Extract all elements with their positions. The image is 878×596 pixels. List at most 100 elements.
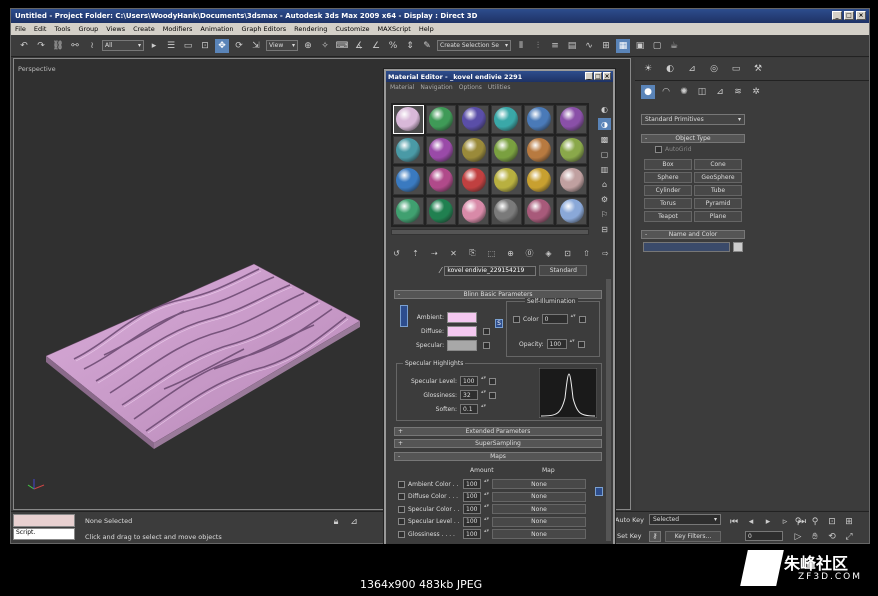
sample-slot[interactable] (425, 135, 457, 164)
opacity-map-button[interactable] (577, 340, 585, 348)
maps-lock-icon[interactable] (595, 487, 603, 496)
uv-tiling-icon[interactable]: ▢ (598, 148, 611, 160)
graphite-icon[interactable]: ▤ (565, 39, 579, 53)
sample-slot[interactable] (393, 166, 424, 195)
material-type-button[interactable]: Standard (539, 265, 588, 276)
percent-snap-icon[interactable]: % (386, 39, 400, 53)
menu-file[interactable]: File (15, 25, 26, 33)
play-icon[interactable]: ▸ (761, 515, 775, 529)
redo-icon[interactable]: ↷ (34, 39, 48, 53)
curve-editor-icon[interactable]: ∿ (582, 39, 596, 53)
supersampling-header[interactable]: + SuperSampling (394, 439, 602, 448)
pyramid-button[interactable]: Pyramid (694, 198, 742, 209)
maxscript-listener-white[interactable]: Script. (13, 528, 75, 540)
sample-slot[interactable] (556, 135, 587, 164)
object-color-swatch[interactable] (733, 242, 743, 252)
diffuse-map-button[interactable] (483, 328, 490, 335)
sample-slot[interactable] (490, 166, 522, 195)
box-button[interactable]: Box (644, 159, 692, 170)
pan-icon[interactable]: ✋︎ (808, 530, 822, 543)
map-amount-spinner[interactable]: ▴▾ (484, 529, 489, 539)
go-to-parent-icon[interactable]: ⇧ (580, 247, 593, 259)
map-amount-spinner[interactable]: ▴▾ (484, 479, 489, 489)
med-menu-navigation[interactable]: Navigation (420, 84, 452, 91)
sample-slot[interactable] (425, 105, 457, 134)
set-key-icon[interactable]: ⚷ (649, 531, 661, 542)
map-slot-button[interactable]: None (492, 491, 586, 502)
lock-ambient-diffuse-icon[interactable] (400, 305, 408, 327)
sample-slot[interactable] (458, 105, 489, 134)
self-illum-map-button[interactable] (578, 315, 586, 323)
named-selection-dropdown[interactable]: Create Selection Se ▾ (437, 40, 511, 51)
med-maximize-button[interactable]: □ (594, 72, 602, 80)
sample-slot[interactable] (490, 135, 522, 164)
sample-slot[interactable] (523, 166, 555, 195)
current-frame-field[interactable]: 0 (745, 531, 783, 541)
glossiness-field[interactable]: 32 (460, 390, 478, 400)
sample-slot[interactable] (523, 196, 555, 225)
map-amount-field[interactable]: 100 (463, 516, 481, 527)
sample-slot[interactable] (393, 135, 424, 164)
lock-selection-icon[interactable]: 🔒︎ (329, 515, 343, 529)
sample-type-icon[interactable]: ◐ (598, 103, 611, 115)
material-map-navigator-icon[interactable]: ⊟ (598, 223, 611, 235)
maps-header[interactable]: - Maps (394, 452, 602, 461)
sample-slot[interactable] (458, 135, 489, 164)
map-amount-field[interactable]: 100 (463, 491, 481, 502)
select-by-name-icon[interactable]: ☰ (164, 39, 178, 53)
prev-frame-icon[interactable]: ◂ (744, 515, 758, 529)
select-scale-icon[interactable]: ⇲ (249, 39, 263, 53)
ambient-color-swatch[interactable] (447, 312, 477, 323)
rect-selection-icon[interactable]: ▭ (181, 39, 195, 53)
background-icon[interactable]: ▩ (598, 133, 611, 145)
fov-icon[interactable]: ▷ (791, 530, 805, 543)
pivot-center-icon[interactable]: ⊕ (301, 39, 315, 53)
specular-map-button[interactable] (483, 342, 490, 349)
menu-animation[interactable]: Animation (200, 25, 233, 33)
render-setup-icon[interactable]: ▣ (633, 39, 647, 53)
sample-slot[interactable] (458, 196, 489, 225)
create-tab-icon[interactable]: ☀ (641, 62, 655, 76)
med-minimize-button[interactable]: _ (585, 72, 593, 80)
next-frame-icon[interactable]: ▹ (778, 515, 792, 529)
layer-manager-icon[interactable]: ≡ (548, 39, 562, 53)
angle-snap-icon[interactable]: ∠ (369, 39, 383, 53)
self-illum-value[interactable]: 0 (541, 314, 568, 324)
zoom-all-icon[interactable]: ⚲ (808, 515, 822, 529)
menu-create[interactable]: Create (133, 25, 155, 33)
glossiness-spinner[interactable]: ▴▾ (481, 390, 486, 400)
link-icon[interactable]: ⛓ (51, 39, 65, 53)
manipulate-icon[interactable]: ✧ (318, 39, 332, 53)
space-warps-icon[interactable]: ≋ (731, 85, 745, 99)
map-slot-button[interactable]: None (492, 529, 586, 539)
lock-diffuse-specular-icon[interactable]: S (495, 319, 503, 328)
unlink-icon[interactable]: ⚯ (68, 39, 82, 53)
map-amount-field[interactable]: 100 (463, 529, 481, 539)
med-menu-material[interactable]: Material (390, 84, 414, 91)
map-enable-checkbox[interactable] (398, 530, 405, 538)
object-name-field[interactable] (643, 242, 731, 252)
menu-customize[interactable]: Customize (335, 25, 369, 33)
motion-tab-icon[interactable]: ◎ (707, 62, 721, 76)
sample-slot[interactable] (393, 105, 424, 134)
autogrid-checkbox[interactable] (655, 146, 662, 153)
pick-material-icon[interactable]: ⁄ (440, 266, 441, 275)
map-amount-spinner[interactable]: ▴▾ (484, 491, 489, 502)
assign-to-selection-icon[interactable]: ⇢ (428, 247, 441, 259)
menu-edit[interactable]: Edit (34, 25, 47, 33)
get-material-icon[interactable]: ↺ (390, 247, 403, 259)
sample-slot[interactable] (556, 196, 587, 225)
window-crossing-icon[interactable]: ⊡ (198, 39, 212, 53)
spec-level-map-button[interactable] (489, 377, 496, 385)
sample-slot[interactable] (523, 135, 555, 164)
object-type-header[interactable]: - Object Type (641, 134, 745, 143)
zoom-icon[interactable]: ⚲ (791, 515, 805, 529)
geometry-icon[interactable]: ● (641, 85, 655, 99)
med-menu-utilities[interactable]: Utilities (488, 84, 511, 91)
show-end-result-icon[interactable]: ⊡ (561, 247, 574, 259)
map-amount-field[interactable]: 100 (463, 479, 481, 489)
map-amount-field[interactable]: 100 (463, 504, 481, 514)
put-to-library-icon[interactable]: ⊕ (504, 247, 517, 259)
zoom-extents-all-icon[interactable]: ⊞ (842, 515, 856, 529)
maximize-button[interactable]: □ (844, 11, 854, 20)
